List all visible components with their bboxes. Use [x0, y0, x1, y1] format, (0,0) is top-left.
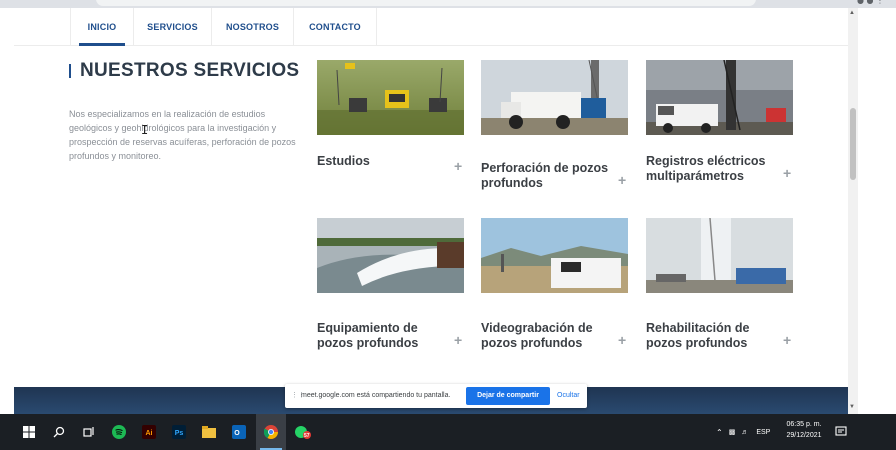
viewport-left-edge [0, 8, 14, 414]
system-tray: ⌃ ▩ ♬ ESP [716, 414, 770, 450]
outlook-icon[interactable]: O [224, 414, 254, 450]
service-image-videograbacion [481, 218, 628, 293]
service-image-estudios [317, 60, 464, 135]
whatsapp-badge: 57 [304, 433, 310, 439]
browser-toolbar: ● ● ⋮ [0, 0, 896, 8]
service-title-equipamiento-1: Equipamiento de [317, 321, 418, 335]
nav-tab-servicios[interactable]: SERVICIOS [133, 8, 211, 46]
clock[interactable]: 06:35 p. m. 29/12/2021 [778, 419, 830, 441]
service-title-registros-2: multiparámetros [646, 169, 744, 183]
browser-extension-icons[interactable]: ● ● ⋮ [857, 0, 884, 5]
service-title-equipamiento-2: pozos profundos [317, 336, 419, 350]
service-image-rehabilitacion [646, 218, 793, 293]
network-icon[interactable]: ▩ [729, 428, 736, 436]
service-title-videograbacion-2: pozos profundos [481, 336, 583, 350]
notifications-icon[interactable] [826, 414, 856, 450]
photoshop-icon[interactable]: Ps [164, 414, 194, 450]
plus-icon[interactable]: + [618, 172, 626, 188]
nav-tab-inicio[interactable]: INICIO [70, 8, 133, 46]
service-card-perforacion[interactable]: Perforación de pozos profundos + [481, 60, 628, 200]
clock-date: 29/12/2021 [786, 432, 822, 439]
service-image-perforacion [481, 60, 628, 135]
screen-share-bar: ⋮⋮ meet.google.com está compartiendo tu … [285, 384, 587, 408]
main-nav: INICIO SERVICIOS NOSOTROS CONTACTO [14, 8, 848, 46]
section-title: NUESTROS SERVICIOS [80, 60, 300, 81]
service-card-rehabilitacion[interactable]: Rehabilitación de pozos profundos + [646, 218, 793, 358]
service-card-videograbacion[interactable]: Videograbación de pozos profundos + [481, 218, 628, 358]
plus-icon[interactable]: + [783, 332, 791, 348]
viewport-right-edge [858, 8, 896, 414]
stop-sharing-button[interactable]: Dejar de compartir [466, 387, 550, 405]
service-card-estudios[interactable]: Estudios + [317, 60, 464, 200]
spotify-icon[interactable] [104, 414, 134, 450]
service-title-estudios: Estudios [317, 154, 370, 168]
search-icon[interactable] [44, 414, 74, 450]
text-cursor-icon: I [141, 123, 149, 137]
address-bar[interactable] [96, 0, 756, 6]
plus-icon[interactable]: + [454, 332, 462, 348]
service-card-registros[interactable]: Registros eléctricos multiparámetros + [646, 60, 793, 200]
chrome-icon[interactable] [256, 414, 286, 450]
clock-time: 06:35 p. m. [786, 421, 822, 428]
nav-tab-nosotros[interactable]: NOSOTROS [211, 8, 293, 46]
svg-text:Ai: Ai [146, 430, 153, 437]
service-image-equipamiento [317, 218, 464, 293]
plus-icon[interactable]: + [454, 158, 462, 174]
web-page: INICIO SERVICIOS NOSOTROS CONTACTO NUEST… [14, 8, 848, 414]
page-scrollbar[interactable]: ▲ ▼ [848, 8, 858, 414]
whatsapp-icon[interactable]: 57 [288, 414, 318, 450]
service-title-rehabilitacion-1: Rehabilitación de [646, 321, 750, 335]
volume-icon[interactable]: ♬ [741, 429, 748, 436]
service-title-videograbacion-1: Videograbación de [481, 321, 593, 335]
task-view-icon[interactable] [74, 414, 104, 450]
hide-button[interactable]: Ocultar [557, 392, 580, 399]
title-accent-bar [69, 64, 71, 78]
scroll-thumb[interactable] [850, 108, 856, 180]
language-indicator[interactable]: ESP [756, 429, 770, 436]
service-title-registros-1: Registros eléctricos [646, 154, 766, 168]
windows-start-icon[interactable] [14, 414, 44, 450]
section-description: Nos especializamos en la realización de … [69, 109, 296, 161]
taskbar: Ai Ps O 57 ⌃ ▩ ♬ ESP 06:35 p. m. 29/12/2… [0, 414, 896, 450]
plus-icon[interactable]: + [783, 165, 791, 181]
plus-icon[interactable]: + [618, 332, 626, 348]
service-title-rehabilitacion-2: pozos profundos [646, 336, 748, 350]
file-explorer-icon[interactable] [194, 414, 224, 450]
scroll-down-icon[interactable]: ▼ [849, 404, 855, 410]
scroll-up-icon[interactable]: ▲ [849, 10, 855, 16]
service-card-equipamiento[interactable]: Equipamiento de pozos profundos + [317, 218, 464, 358]
nav-tab-contacto[interactable]: CONTACTO [293, 8, 377, 46]
service-title-perforacion-1: Perforación de pozos [481, 161, 609, 175]
svg-text:Ps: Ps [175, 430, 184, 437]
share-message: meet.google.com está compartiendo tu pan… [301, 392, 451, 399]
service-image-registros [646, 60, 793, 135]
illustrator-icon[interactable]: Ai [134, 414, 164, 450]
svg-text:O: O [234, 430, 240, 437]
chevron-up-icon[interactable]: ⌃ [716, 428, 723, 437]
service-title-perforacion-2: profundos [481, 176, 543, 190]
